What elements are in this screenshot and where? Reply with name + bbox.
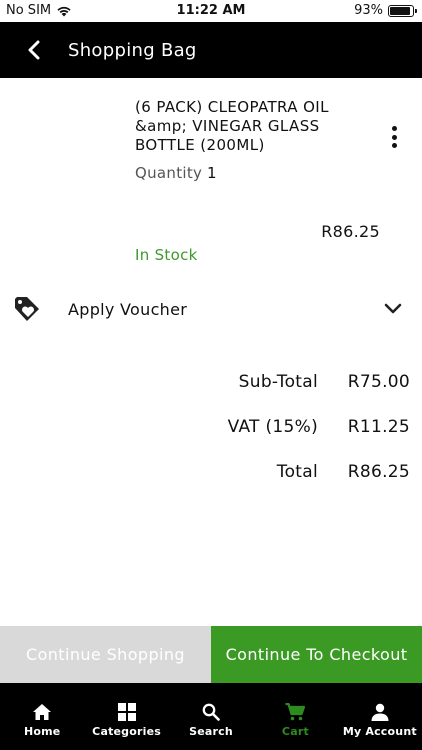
continue-to-checkout-button[interactable]: Continue To Checkout (211, 626, 422, 683)
page-title: Shopping Bag (68, 39, 197, 61)
stock-status: In Stock (135, 246, 198, 264)
subtotal-label: Sub-Total (238, 372, 318, 392)
search-icon (202, 703, 220, 721)
vat-label: VAT (15%) (227, 417, 318, 437)
chevron-down-icon[interactable] (383, 301, 403, 317)
item-price: R86.25 (321, 222, 380, 241)
nav-cart-label: Cart (281, 725, 309, 738)
status-right: 93% (354, 3, 417, 18)
nav-cart[interactable]: Cart (253, 683, 337, 750)
tag-heart-icon (15, 297, 39, 321)
apply-voucher-row[interactable]: Apply Voucher (0, 287, 422, 333)
back-button[interactable] (0, 22, 68, 78)
subtotal-value: R75.00 (347, 372, 410, 392)
grid-icon (117, 703, 136, 721)
vat-row: VAT (15%) R11.25 (0, 417, 422, 441)
person-icon (371, 703, 389, 721)
nav-home-label: Home (23, 725, 61, 738)
apply-voucher-label: Apply Voucher (68, 300, 188, 319)
nav-account[interactable]: My Account (338, 683, 422, 750)
nav-categories-label: Categories (92, 725, 162, 738)
nav-account-label: My Account (342, 725, 417, 738)
vat-value: R11.25 (347, 417, 410, 437)
more-vertical-icon (391, 126, 397, 131)
total-value: R86.25 (347, 462, 410, 482)
item-menu-button[interactable] (385, 124, 403, 150)
nav-categories[interactable]: Categories (84, 683, 168, 750)
battery-icon (388, 4, 417, 17)
bottom-nav: Home Categories Search Cart My Account (0, 683, 422, 750)
status-bar: No SIM 11:22 AM 93% (0, 0, 422, 22)
battery-level (390, 6, 411, 15)
product-name[interactable]: (6 PACK) CLEOPATRA OIL &amp; VINEGAR GLA… (135, 98, 350, 155)
quantity-label: Quantity (135, 164, 203, 182)
app-header: Shopping Bag (0, 22, 422, 78)
battery-percent: 93% (354, 3, 383, 18)
nav-search-label: Search (189, 725, 233, 738)
nav-home[interactable]: Home (0, 683, 84, 750)
subtotal-row: Sub-Total R75.00 (0, 372, 422, 396)
quantity-value[interactable]: 1 (207, 164, 217, 182)
cart-icon (285, 703, 306, 721)
home-icon (33, 704, 52, 720)
total-label: Total (276, 462, 318, 482)
continue-shopping-button[interactable]: Continue Shopping (0, 626, 211, 683)
nav-search[interactable]: Search (169, 683, 253, 750)
total-row: Total R86.25 (0, 462, 422, 486)
chevron-left-icon (28, 40, 40, 60)
